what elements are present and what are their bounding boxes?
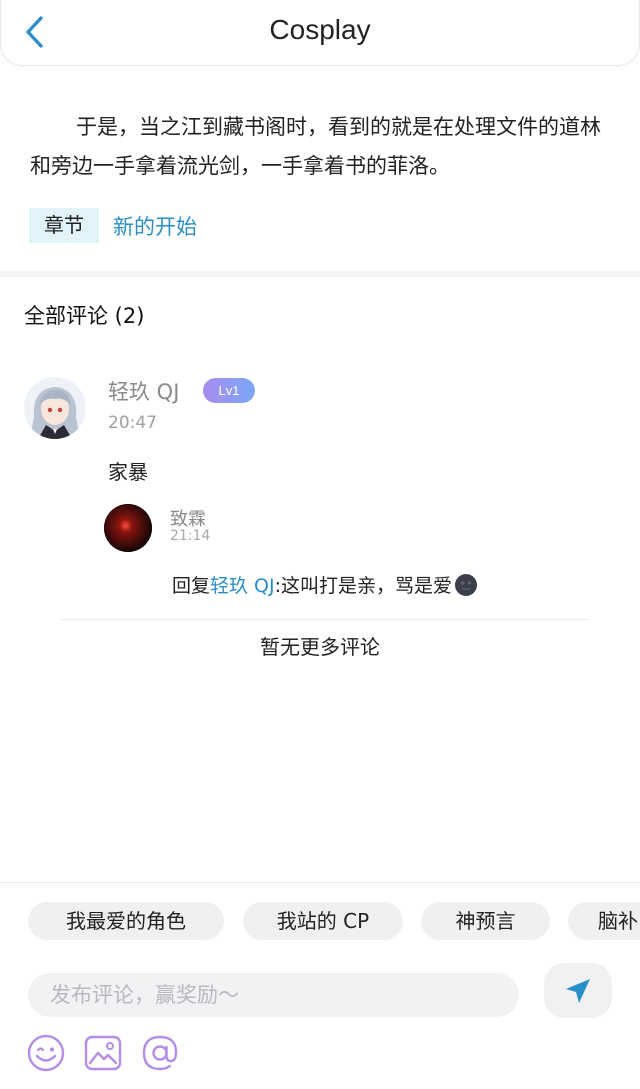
new-moon-face-icon bbox=[455, 573, 478, 596]
reply-time: 21:14 bbox=[170, 528, 211, 544]
chapter-excerpt: 于是，当之江到藏书阁时，看到的就是在处理文件的道林和旁边一手拿着流光剑，一手拿着… bbox=[30, 115, 601, 178]
comments-title: 全部评论 (2) bbox=[24, 304, 145, 328]
reply-prefix: 回复 bbox=[172, 575, 211, 597]
no-more-comments: 暂无更多评论 bbox=[260, 635, 380, 659]
comment-text: 家暴 bbox=[108, 460, 148, 484]
comment-composer: 我最爱的角色 我站的 CP 神预言 脑补 bbox=[0, 882, 640, 1089]
level-badge: Lv1 bbox=[203, 378, 255, 403]
comment-input[interactable] bbox=[28, 973, 519, 1017]
topic-chip[interactable]: 我站的 CP bbox=[243, 902, 403, 940]
topic-chip[interactable]: 神预言 bbox=[421, 902, 550, 940]
topic-chip[interactable]: 脑补 bbox=[568, 902, 640, 940]
section-divider bbox=[0, 271, 640, 277]
reply-avatar[interactable] bbox=[104, 504, 152, 552]
reply-body: :这叫打是亲，骂是爱 bbox=[274, 575, 453, 597]
comment-time: 20:47 bbox=[108, 413, 157, 433]
image-icon[interactable] bbox=[83, 1033, 123, 1073]
send-button[interactable] bbox=[544, 963, 612, 1018]
reply-target-user[interactable]: 轻玖 QJ bbox=[210, 571, 275, 598]
emoji-icon[interactable] bbox=[26, 1033, 66, 1073]
comment-divider bbox=[60, 619, 590, 620]
topic-chip[interactable]: 我最爱的角色 bbox=[28, 902, 224, 940]
avatar[interactable] bbox=[24, 377, 86, 439]
top-nav-bar: Cosplay bbox=[0, 0, 640, 66]
reply-text: 回复 轻玖 QJ:这叫打是亲，骂是爱 bbox=[172, 571, 478, 598]
dark-red-avatar-image bbox=[104, 504, 152, 552]
chapter-info: 章节 新的开始 bbox=[29, 208, 197, 243]
send-icon bbox=[566, 978, 590, 1003]
page-title: Cosplay bbox=[269, 14, 371, 45]
chapter-link[interactable]: 新的开始 bbox=[113, 211, 197, 241]
at-icon[interactable] bbox=[140, 1033, 180, 1073]
anime-avatar-image bbox=[24, 377, 86, 439]
chapter-tag: 章节 bbox=[29, 208, 99, 243]
comment-username[interactable]: 轻玖 QJ bbox=[108, 376, 179, 406]
